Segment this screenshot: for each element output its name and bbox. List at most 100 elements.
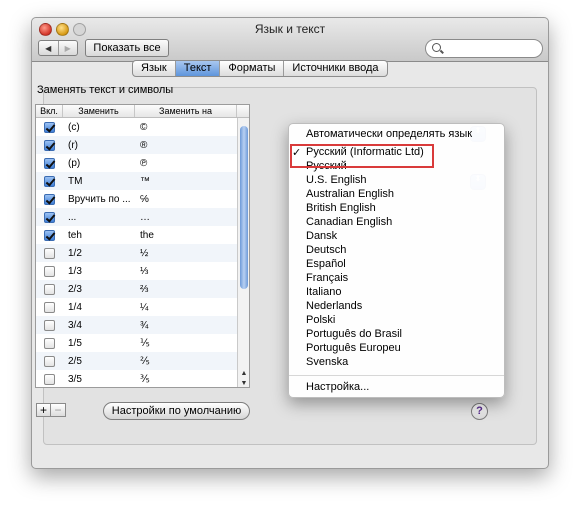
enabled-checkbox[interactable]: [44, 265, 55, 277]
enabled-checkbox[interactable]: [44, 175, 55, 187]
enabled-checkbox[interactable]: [44, 193, 55, 205]
enabled-checkbox[interactable]: [44, 373, 55, 385]
menu-item-language[interactable]: British English: [306, 202, 376, 214]
scroll-up-arrow[interactable]: ▲: [238, 370, 249, 377]
enabled-checkbox[interactable]: [44, 247, 55, 259]
replacement-table[interactable]: Вкл. Заменить Заменить на (c) © (r) ® (p) ℗ TM…: [35, 104, 250, 388]
table-row[interactable]: 3/5 ⅗: [36, 370, 249, 387]
replace-cell[interactable]: (c): [63, 122, 135, 133]
enabled-checkbox[interactable]: [44, 355, 55, 367]
forward-button[interactable]: ▶: [57, 41, 78, 55]
with-cell[interactable]: ¾: [135, 320, 237, 331]
table-body: (c) © (r) ® (p) ℗ TM ™ Вручить по ... ℅...… teh the…: [36, 118, 249, 387]
menu-item-language[interactable]: Español: [306, 258, 346, 270]
with-cell[interactable]: ⅖: [135, 356, 237, 367]
replace-cell[interactable]: 3/5: [63, 374, 135, 385]
replace-cell[interactable]: 1/2: [63, 248, 135, 259]
replace-cell[interactable]: 1/3: [63, 266, 135, 277]
table-row[interactable]: (p) ℗: [36, 154, 249, 172]
menu-item-language[interactable]: U.S. English: [306, 174, 367, 186]
enabled-checkbox[interactable]: [44, 319, 55, 331]
menu-item-customize[interactable]: Настройка...: [306, 381, 369, 393]
column-header-with[interactable]: Заменить на: [135, 105, 237, 117]
menu-item-language[interactable]: Автоматически определять язык: [306, 128, 472, 140]
menu-item-language[interactable]: Português Europeu: [306, 342, 401, 354]
replace-cell[interactable]: Вручить по ...: [63, 194, 135, 205]
table-row[interactable]: 2/5 ⅖: [36, 352, 249, 370]
menu-item-language[interactable]: Polski: [306, 314, 335, 326]
with-cell[interactable]: ½: [135, 248, 237, 259]
table-header: Вкл. Заменить Заменить на: [36, 105, 249, 118]
tab-language[interactable]: Язык: [133, 61, 176, 76]
table-row[interactable]: TM ™: [36, 172, 249, 190]
back-button[interactable]: ◀: [39, 41, 58, 55]
menu-item-language[interactable]: Français: [306, 272, 348, 284]
enabled-checkbox[interactable]: [44, 229, 55, 241]
replace-cell[interactable]: TM: [63, 176, 135, 187]
table-row[interactable]: Вручить по ... ℅: [36, 190, 249, 208]
with-cell[interactable]: ℗: [135, 158, 237, 169]
menu-item-language[interactable]: Nederlands: [306, 300, 362, 312]
table-row[interactable]: (r) ®: [36, 136, 249, 154]
with-cell[interactable]: ®: [135, 140, 237, 151]
column-header-enabled[interactable]: Вкл.: [36, 105, 63, 117]
enabled-checkbox[interactable]: [44, 139, 55, 151]
with-cell[interactable]: ™: [135, 176, 237, 187]
table-row[interactable]: 1/5 ⅕: [36, 334, 249, 352]
scroll-down-arrow[interactable]: ▼: [238, 380, 249, 387]
table-row[interactable]: 2/3 ⅔: [36, 280, 249, 298]
enabled-checkbox[interactable]: [44, 283, 55, 295]
scrollbar-thumb[interactable]: [240, 126, 248, 289]
with-cell[interactable]: …: [135, 212, 237, 223]
menu-item-language[interactable]: Português do Brasil: [306, 328, 402, 340]
table-row[interactable]: 3/4 ¾: [36, 316, 249, 334]
replace-cell[interactable]: 2/5: [63, 356, 135, 367]
with-cell[interactable]: ⅓: [135, 266, 237, 277]
menu-item-language[interactable]: Italiano: [306, 286, 341, 298]
tab-input-sources[interactable]: Источники ввода: [284, 61, 386, 76]
enabled-checkbox[interactable]: [44, 157, 55, 169]
with-cell[interactable]: ℅: [135, 194, 237, 205]
replace-cell[interactable]: 3/4: [63, 320, 135, 331]
replace-cell[interactable]: 1/5: [63, 338, 135, 349]
with-cell[interactable]: ⅕: [135, 338, 237, 349]
enabled-checkbox[interactable]: [44, 211, 55, 223]
with-cell[interactable]: the: [135, 230, 237, 241]
replace-cell[interactable]: ...: [63, 212, 135, 223]
replace-cell[interactable]: (r): [63, 140, 135, 151]
replace-cell[interactable]: (p): [63, 158, 135, 169]
enabled-checkbox[interactable]: [44, 301, 55, 313]
window-title: Язык и текст: [254, 22, 326, 36]
enabled-checkbox[interactable]: [44, 121, 55, 133]
table-row[interactable]: teh the: [36, 226, 249, 244]
replace-cell[interactable]: 1/4: [63, 302, 135, 313]
enabled-checkbox[interactable]: [44, 337, 55, 349]
with-cell[interactable]: ⅔: [135, 284, 237, 295]
add-button[interactable]: +: [36, 403, 51, 417]
tab-text[interactable]: Текст: [175, 61, 221, 76]
menu-item-language[interactable]: Deutsch: [306, 244, 346, 256]
table-row[interactable]: 1/2 ½: [36, 244, 249, 262]
restore-defaults-button[interactable]: Настройки по умолчанию: [103, 402, 250, 420]
show-all-button[interactable]: Показать все: [85, 39, 169, 57]
with-cell[interactable]: ⅗: [135, 374, 237, 385]
with-cell[interactable]: ¼: [135, 302, 237, 313]
remove-button[interactable]: −: [51, 403, 66, 417]
search-input[interactable]: [425, 39, 543, 58]
table-row[interactable]: (c) ©: [36, 118, 249, 136]
table-scrollbar[interactable]: ▲ ▼: [237, 118, 249, 387]
table-row[interactable]: ...…: [36, 208, 249, 226]
help-button[interactable]: ?: [471, 403, 488, 420]
table-row[interactable]: 1/4 ¼: [36, 298, 249, 316]
menu-item-language[interactable]: Dansk: [306, 230, 337, 242]
magnifier-icon: [432, 43, 441, 52]
replace-cell[interactable]: teh: [63, 230, 135, 241]
with-cell[interactable]: ©: [135, 122, 237, 133]
menu-item-language[interactable]: Canadian English: [306, 216, 392, 228]
menu-item-language[interactable]: Australian English: [306, 188, 394, 200]
table-row[interactable]: 1/3 ⅓: [36, 262, 249, 280]
tab-formats[interactable]: Форматы: [220, 61, 285, 76]
column-header-replace[interactable]: Заменить: [63, 105, 135, 117]
menu-item-language[interactable]: Svenska: [306, 356, 348, 368]
replace-cell[interactable]: 2/3: [63, 284, 135, 295]
